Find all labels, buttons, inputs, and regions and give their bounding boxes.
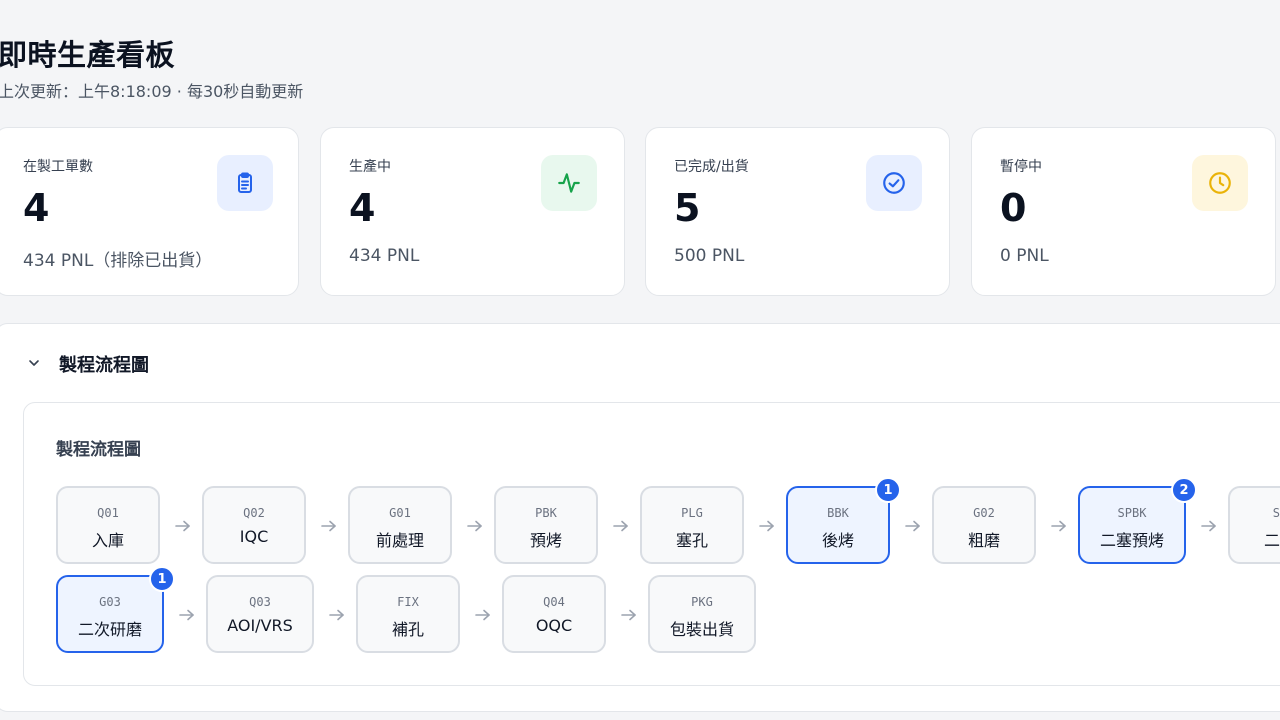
flow-node-code: Q02 bbox=[243, 506, 265, 520]
stat-value: 0 bbox=[1000, 186, 1027, 230]
flow-node-name: 二塞預烤 bbox=[1099, 531, 1164, 550]
stat-sub: 0 PNL bbox=[1000, 246, 1049, 266]
stat-card-paused: 暫停中 0 0 PNL bbox=[971, 127, 1276, 296]
check-circle-icon bbox=[866, 155, 922, 211]
flow-node-name: IQC bbox=[239, 527, 269, 546]
flow-title: 製程流程圖 bbox=[56, 440, 141, 460]
flow-node-q02[interactable]: Q02 IQC bbox=[202, 486, 306, 564]
flow-node-count-badge: 1 bbox=[875, 477, 901, 503]
flow-node-code: Q04 bbox=[543, 595, 565, 609]
last-updated-text: 上次更新：上午8:18:09 · 每30秒自動更新 bbox=[0, 82, 304, 101]
flow-node-q03[interactable]: Q03 AOI/VRS bbox=[206, 575, 314, 653]
chevron-down-icon[interactable] bbox=[23, 352, 45, 374]
flow-node-name: 後烤 bbox=[821, 531, 854, 550]
flow-node-code: PLG bbox=[681, 506, 703, 520]
flow-node-code: Q01 bbox=[97, 506, 119, 520]
flow-node-name: 前處理 bbox=[375, 531, 424, 550]
flow-node-code: PKG bbox=[691, 595, 713, 609]
flow-node-plg[interactable]: PLG 塞孔 bbox=[640, 486, 744, 564]
arrow-right-icon bbox=[174, 518, 192, 532]
flow-node-code: Q03 bbox=[249, 595, 271, 609]
flow-node-name: 補孔 bbox=[391, 620, 424, 639]
flow-node-count-badge: 1 bbox=[149, 566, 175, 592]
flow-node-q04[interactable]: Q04 OQC bbox=[502, 575, 606, 653]
flow-node-name: 二次研磨 bbox=[77, 620, 142, 639]
flow-node-name: 粗磨 bbox=[967, 531, 1000, 550]
stat-sub: 434 PNL（排除已出貨） bbox=[23, 251, 213, 271]
stat-label: 生產中 bbox=[349, 159, 391, 175]
flow-node-pkg[interactable]: PKG 包裝出貨 bbox=[648, 575, 756, 653]
flow-node-g02[interactable]: G02 粗磨 bbox=[932, 486, 1036, 564]
arrow-right-icon bbox=[178, 607, 196, 621]
dashboard-page: 即時生產看板 上次更新：上午8:18:09 · 每30秒自動更新 在製工單數 4… bbox=[0, 0, 1280, 720]
stat-card-completed: 已完成/出貨 5 500 PNL bbox=[645, 127, 950, 296]
clipboard-icon bbox=[217, 155, 273, 211]
flow-node-code: SPBK bbox=[1117, 506, 1147, 520]
arrow-right-icon bbox=[904, 518, 922, 532]
arrow-right-icon bbox=[474, 607, 492, 621]
stat-value: 5 bbox=[674, 186, 701, 230]
flow-node-code: G01 bbox=[389, 506, 411, 520]
activity-icon bbox=[541, 155, 597, 211]
stat-sub: 434 PNL bbox=[349, 246, 420, 266]
flow-node-g03[interactable]: G03 二次研磨 1 bbox=[56, 566, 175, 653]
flow-node-count-badge: 2 bbox=[1171, 477, 1197, 503]
flow-node-name: AOI/VRS bbox=[227, 616, 293, 635]
flow-node-spbk[interactable]: SPBK 二塞預烤 2 bbox=[1078, 477, 1197, 564]
arrow-right-icon bbox=[1200, 518, 1218, 532]
stat-card-producing: 生產中 4 434 PNL bbox=[320, 127, 625, 296]
stat-card-in-progress-orders: 在製工單數 4 434 PNL（排除已出貨） bbox=[0, 127, 299, 296]
flow-node-name: OQC bbox=[535, 616, 573, 635]
flow-node-name: 入庫 bbox=[91, 531, 124, 550]
flow-node-code: PBK bbox=[535, 506, 557, 520]
stat-label: 在製工單數 bbox=[23, 159, 93, 175]
stat-value: 4 bbox=[23, 186, 50, 230]
stat-sub: 500 PNL bbox=[674, 246, 745, 266]
panel-title[interactable]: 製程流程圖 bbox=[59, 351, 149, 377]
flow-node-name: 二次 bbox=[1263, 531, 1280, 550]
flow-node-g01[interactable]: G01 前處理 bbox=[348, 486, 452, 564]
flow-node-bbk[interactable]: BBK 後烤 1 bbox=[786, 477, 901, 564]
flow-node-code: G02 bbox=[973, 506, 995, 520]
flow-node-name: 預烤 bbox=[529, 531, 562, 550]
flow-node-name: 包裝出貨 bbox=[669, 620, 734, 639]
flow-node-code: G03 bbox=[99, 595, 121, 609]
flow-node-q01[interactable]: Q01 入庫 bbox=[56, 486, 160, 564]
flow-node-pbk[interactable]: PBK 預烤 bbox=[494, 486, 598, 564]
flow-node-code: BBK bbox=[827, 506, 849, 520]
process-flow-diagram: 製程流程圖 Q01 入庫 Q02 IQC G01 前處理 PBK 預烤 PLG 塞孔 BBK 後烤 1 G… bbox=[23, 402, 1280, 686]
arrow-right-icon bbox=[620, 607, 638, 621]
flow-node-name: 塞孔 bbox=[675, 531, 708, 550]
flow-node-code: SP bbox=[1272, 506, 1280, 520]
flow-node-sp[interactable]: SP 二次 bbox=[1228, 486, 1280, 564]
arrow-right-icon bbox=[1050, 518, 1068, 532]
process-flow-panel: 製程流程圖 製程流程圖 Q01 入庫 Q02 IQC G01 前處理 PBK 預烤 PLG 塞孔 B… bbox=[0, 323, 1280, 712]
arrow-right-icon bbox=[320, 518, 338, 532]
flow-node-fix[interactable]: FIX 補孔 bbox=[356, 575, 460, 653]
stat-label: 已完成/出貨 bbox=[674, 159, 749, 175]
arrow-right-icon bbox=[612, 518, 630, 532]
arrow-right-icon bbox=[758, 518, 776, 532]
stat-value: 4 bbox=[349, 186, 376, 230]
arrow-right-icon bbox=[328, 607, 346, 621]
arrow-right-icon bbox=[466, 518, 484, 532]
stat-label: 暫停中 bbox=[1000, 159, 1042, 175]
clock-icon bbox=[1192, 155, 1248, 211]
page-title: 即時生產看板 bbox=[0, 38, 176, 72]
flow-node-code: FIX bbox=[397, 595, 419, 609]
